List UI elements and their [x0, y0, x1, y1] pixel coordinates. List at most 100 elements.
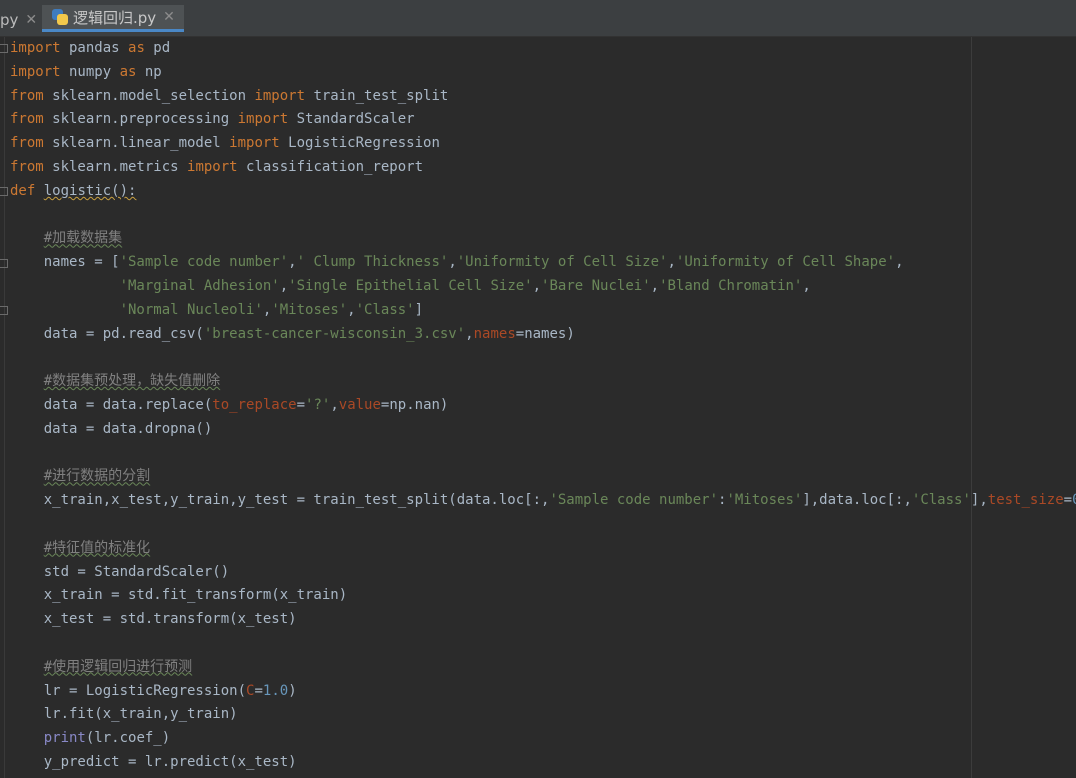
code-line[interactable]: #进行数据的分割: [10, 465, 1076, 489]
code-line[interactable]: 'Marginal Adhesion','Single Epithelial C…: [10, 275, 1076, 299]
code-token: names: [473, 325, 516, 342]
close-icon[interactable]: ✕: [25, 12, 37, 28]
code-token: sklearn.metrics: [43, 158, 188, 175]
code-line[interactable]: names = ['Sample code number',' Clump Th…: [10, 251, 1076, 275]
code-token: 'Class': [355, 301, 415, 318]
code-line[interactable]: [10, 513, 1076, 537]
code-token: x_test = std.transform(x_test): [10, 611, 297, 628]
code-token: 'Sample code number': [119, 254, 289, 271]
code-token: names = [: [10, 254, 120, 271]
code-token: 'Bland Chromatin': [659, 277, 803, 294]
code-line[interactable]: [10, 346, 1076, 370]
code-line[interactable]: import pandas as pd: [10, 37, 1076, 61]
code-line[interactable]: #加载数据集: [10, 227, 1076, 251]
code-token: LogisticRegression: [279, 135, 440, 152]
code-token: as: [119, 63, 137, 80]
code-token: 'breast-cancer-wisconsin_3.csv': [203, 325, 466, 342]
code-editor[interactable]: import pandas as pd import numpy as np fro…: [0, 37, 1076, 778]
close-icon[interactable]: ✕: [163, 9, 175, 25]
code-token: data = data.replace(: [10, 396, 213, 413]
code-token: logistic():: [43, 182, 137, 199]
code-token: std = StandardScaler(): [10, 563, 230, 580]
code-token: ]: [414, 301, 424, 318]
code-token: y_predict = lr.predict(x_test): [10, 753, 297, 770]
code-token: =: [1063, 492, 1073, 509]
code-line[interactable]: #特征值的标准化: [10, 537, 1076, 561]
code-line[interactable]: lr.fit(x_train,y_train): [10, 703, 1076, 727]
code-line[interactable]: 'Normal Nucleoli','Mitoses','Class']: [10, 299, 1076, 323]
code-token: StandardScaler: [288, 111, 415, 128]
code-line[interactable]: x_train,x_test,y_train,y_test = train_te…: [10, 489, 1076, 513]
code-line[interactable]: x_test = std.transform(x_test): [10, 608, 1076, 632]
code-line[interactable]: #数据集预处理，缺失值删除: [10, 370, 1076, 394]
code-token: ],: [970, 492, 988, 509]
fold-marker-icon[interactable]: [0, 44, 8, 53]
code-token: 'Class': [911, 492, 971, 509]
code-line[interactable]: import numpy as np: [10, 61, 1076, 85]
code-line[interactable]: lr = LogisticRegression(C=1.0): [10, 680, 1076, 704]
code-text[interactable]: import pandas as pd import numpy as np fro…: [10, 37, 1076, 775]
code-token: import: [10, 40, 61, 56]
code-line[interactable]: [10, 204, 1076, 228]
code-token: lr.fit(x_train,y_train): [10, 706, 238, 723]
code-line[interactable]: print(lr.coef_): [10, 727, 1076, 751]
code-token: 1.0: [262, 682, 289, 699]
tab-label: 逻辑回归.py: [73, 8, 157, 27]
code-token: from: [10, 135, 44, 152]
code-token: #加载数据集: [43, 230, 123, 247]
fold-marker-icon[interactable]: [0, 187, 8, 196]
code-line[interactable]: data = data.replace(to_replace='?',value…: [10, 394, 1076, 418]
code-token: 'Uniformity of Cell Shape': [675, 254, 896, 271]
code-token: 'Single Epithelial Cell Size': [288, 277, 533, 294]
code-line[interactable]: def logistic():: [10, 180, 1076, 204]
code-token: 'Mitoses': [271, 301, 348, 318]
code-token: =names): [515, 325, 575, 342]
code-token: #进行数据的分割: [43, 468, 151, 485]
code-token: from: [10, 158, 44, 175]
code-line[interactable]: from sklearn.preprocessing import Standa…: [10, 108, 1076, 132]
code-line[interactable]: data = pd.read_csv('breast-cancer-wiscon…: [10, 323, 1076, 347]
code-token: ,: [895, 254, 904, 271]
code-token: #特征值的标准化: [43, 539, 151, 556]
code-token: pd: [144, 40, 171, 56]
code-line[interactable]: std = StandardScaler(): [10, 561, 1076, 585]
code-line[interactable]: y_predict = lr.predict(x_test): [10, 751, 1076, 775]
code-token: np: [136, 63, 162, 80]
code-token: ,: [532, 277, 542, 294]
code-token: ,: [347, 301, 356, 318]
code-token: 'Sample code number': [549, 492, 719, 509]
code-line[interactable]: x_train = std.fit_transform(x_train): [10, 584, 1076, 608]
code-token: classification_report: [237, 158, 424, 175]
fold-marker-icon[interactable]: [0, 259, 8, 268]
code-token: 'Normal Nucleoli': [119, 301, 263, 318]
code-token: data = pd.read_csv(: [10, 325, 204, 342]
fold-marker-icon[interactable]: [0, 306, 8, 315]
code-token: train_test_split: [305, 87, 449, 104]
code-line[interactable]: from sklearn.linear_model import Logisti…: [10, 132, 1076, 156]
code-token: #使用逻辑回归进行预测: [43, 658, 193, 675]
code-line[interactable]: #使用逻辑回归进行预测: [10, 656, 1076, 680]
code-token: import: [237, 111, 289, 128]
code-line[interactable]: from sklearn.model_selection import trai…: [10, 85, 1076, 109]
code-token: ,: [650, 277, 660, 294]
code-token: #数据集预处理，缺失值删除: [43, 373, 221, 390]
code-token: 'Uniformity of Cell Size': [456, 254, 668, 271]
code-token: 'Bare Nuclei': [541, 277, 651, 294]
tab-active-file[interactable]: 逻辑回归.py ✕: [42, 5, 184, 32]
code-line[interactable]: from sklearn.metrics import classificati…: [10, 156, 1076, 180]
code-token: ,: [802, 277, 811, 294]
code-token: (lr.coef_): [85, 730, 171, 747]
code-token: from: [10, 111, 44, 128]
tab-previous-file[interactable]: py ✕: [0, 5, 37, 35]
code-token: 0.25: [1072, 492, 1076, 508]
code-line[interactable]: [10, 442, 1076, 466]
code-line[interactable]: data = data.dropna(): [10, 418, 1076, 442]
code-line[interactable]: [10, 632, 1076, 656]
code-token: ): [288, 682, 297, 699]
code-token: sklearn.model_selection: [43, 87, 255, 104]
code-token: ,: [465, 325, 474, 342]
